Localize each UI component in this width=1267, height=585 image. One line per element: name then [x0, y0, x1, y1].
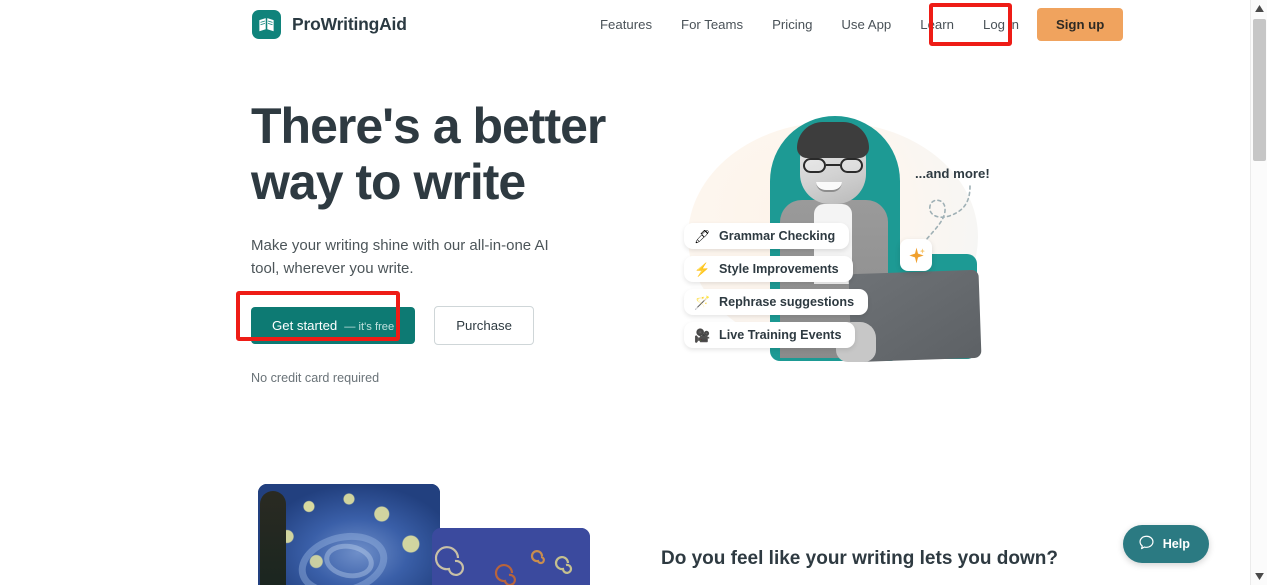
nav-item-pricing[interactable]: Pricing	[772, 11, 812, 38]
page-title: There's a better way to write	[251, 98, 611, 210]
main-navigation: Features For Teams Pricing Use App Learn…	[600, 0, 1124, 49]
hero-illustration: ...and more! 🖊 Grammar Checking ⚡ Style …	[650, 104, 1010, 374]
blue-doodle-image	[432, 528, 590, 585]
nav-item-features[interactable]: Features	[600, 11, 652, 38]
no-credit-card-note: No credit card required	[251, 371, 380, 385]
site-header: ProWritingAid Features For Teams Pricing…	[0, 0, 1250, 49]
video-camera-icon: 🎥	[694, 327, 711, 343]
scrollbar-thumb[interactable]	[1253, 19, 1266, 161]
get-started-button[interactable]: Get started — it's free	[251, 307, 416, 344]
get-started-free-label: — it's free	[344, 321, 395, 333]
page-root: ProWritingAid Features For Teams Pricing…	[0, 0, 1267, 585]
feature-pill-live-training-events[interactable]: 🎥 Live Training Events	[684, 322, 856, 348]
section-question-heading: Do you feel like your writing lets you d…	[661, 548, 1058, 569]
person-hair	[797, 122, 869, 158]
feature-pill-label: Rephrase suggestions	[719, 295, 855, 309]
feature-pill-rephrase-suggestions[interactable]: 🪄 Rephrase suggestions	[684, 289, 869, 315]
and-more-label: ...and more!	[915, 166, 990, 181]
scroll-down-arrow-icon[interactable]	[1251, 568, 1267, 585]
signup-button[interactable]: Sign up	[1036, 8, 1124, 41]
feature-pill-label: Style Improvements	[719, 262, 839, 276]
starry-night-image	[258, 484, 440, 585]
chat-bubble-icon	[1138, 534, 1155, 554]
get-started-label: Get started	[272, 318, 338, 333]
headline-line-1: There's a better	[251, 98, 606, 154]
sparkle-icon	[900, 239, 932, 271]
feature-pill-label: Grammar Checking	[719, 229, 836, 243]
nav-item-for-teams[interactable]: For Teams	[681, 11, 743, 38]
hero-content: There's a better way to write Make your …	[251, 98, 611, 385]
feature-pill-label: Live Training Events	[719, 328, 842, 342]
brand-logo-link[interactable]: ProWritingAid	[252, 10, 407, 39]
pen-icon: 🖊	[694, 228, 711, 244]
headline-line-2: way to write	[251, 154, 526, 210]
feature-pill-list: 🖊 Grammar Checking ⚡ Style Improvements …	[684, 223, 869, 348]
signup-button-wrapper: Sign up	[1036, 8, 1124, 41]
lightning-icon: ⚡	[694, 261, 711, 277]
scroll-up-arrow-icon[interactable]	[1251, 0, 1267, 17]
feature-pill-grammar-checking[interactable]: 🖊 Grammar Checking	[684, 223, 850, 249]
open-book-icon	[252, 10, 281, 39]
hero-subheadline: Make your writing shine with our all-in-…	[251, 237, 549, 277]
help-widget-button[interactable]: Help	[1122, 525, 1209, 563]
nav-item-learn[interactable]: Learn	[920, 11, 954, 38]
nav-item-log-in[interactable]: Log in	[983, 11, 1019, 38]
magic-wand-icon: 🪄	[694, 294, 711, 310]
page-scrollbar[interactable]	[1250, 0, 1267, 585]
person-glasses	[803, 158, 863, 173]
brand-name: ProWritingAid	[292, 14, 407, 34]
help-widget-label: Help	[1162, 537, 1190, 551]
nav-item-use-app[interactable]: Use App	[841, 11, 891, 38]
feature-pill-style-improvements[interactable]: ⚡ Style Improvements	[684, 256, 853, 282]
hero-cta-row: Get started — it's free Purchase	[251, 306, 611, 345]
purchase-button[interactable]: Purchase	[434, 306, 534, 345]
